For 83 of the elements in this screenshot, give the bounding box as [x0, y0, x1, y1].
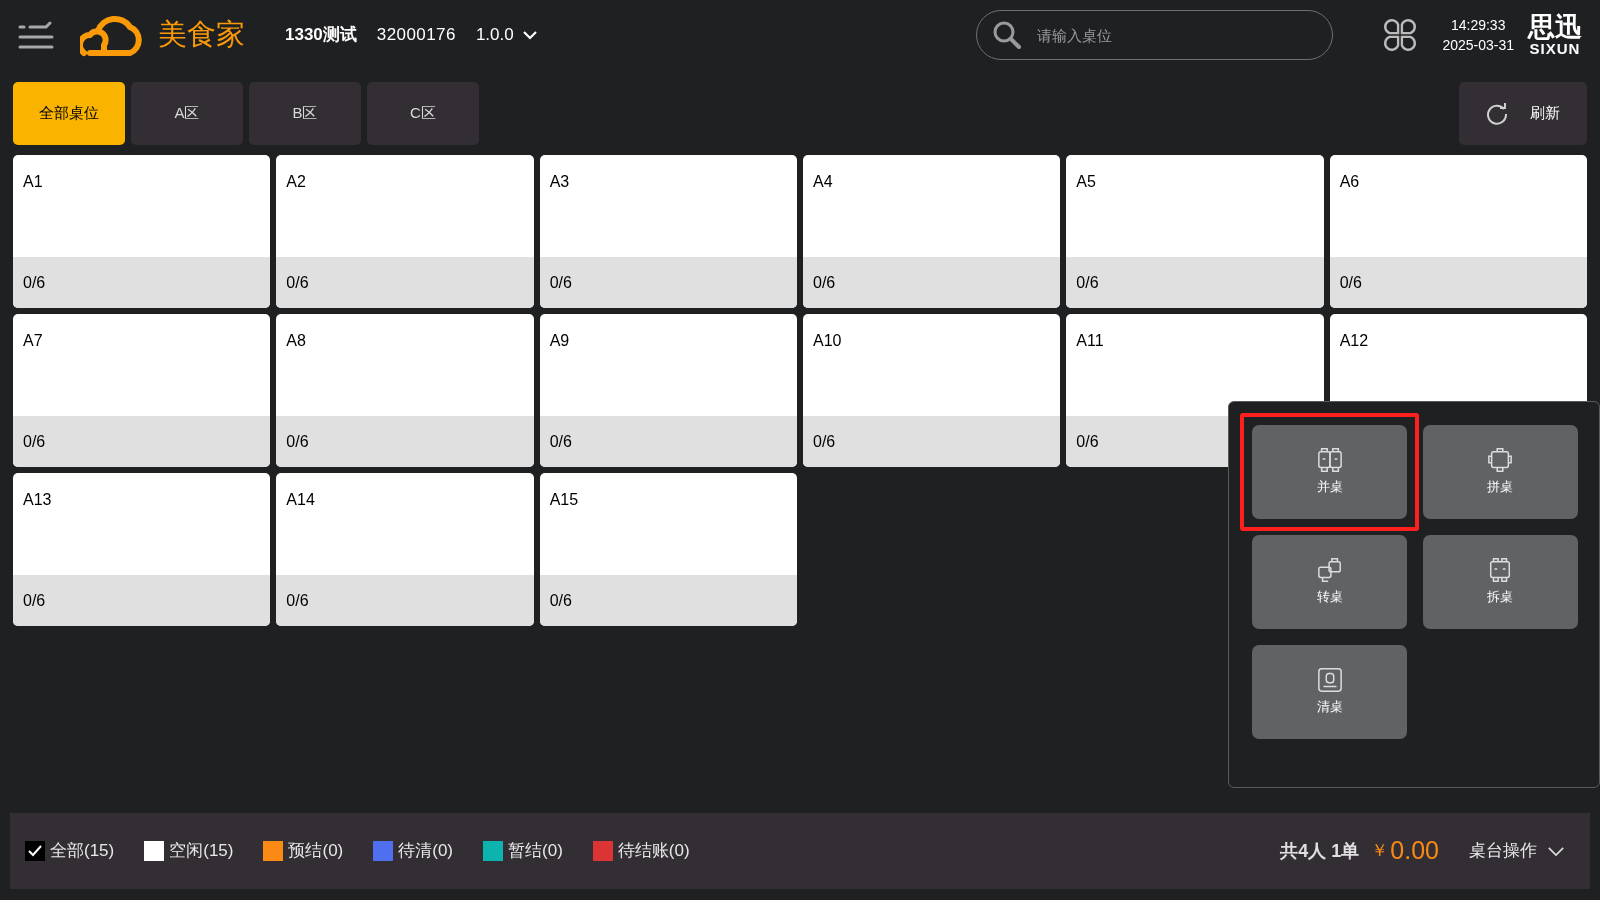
- table-name: A12: [1339, 332, 1369, 349]
- seat-count: 0/6: [23, 272, 46, 293]
- table-card[interactable]: A14 0/6: [276, 473, 534, 626]
- seat-count: 0/6: [286, 272, 309, 293]
- brand-logo-text: 思迅: [1528, 14, 1582, 41]
- table-action-button[interactable]: 拼桌: [1422, 425, 1578, 519]
- checkbox[interactable]: [25, 841, 45, 861]
- table-name: A1: [23, 173, 43, 190]
- seat-count: 0/6: [23, 590, 46, 611]
- table-card[interactable]: A15 0/6: [539, 473, 797, 626]
- clock-date: 2025-03-31: [1442, 36, 1514, 55]
- seat-count: 0/6: [23, 431, 46, 452]
- table-name: A10: [813, 332, 842, 349]
- table-action-button[interactable]: 并桌: [1252, 425, 1407, 519]
- seat-count: 0/6: [549, 272, 572, 293]
- table-name: A3: [549, 173, 570, 190]
- table-card[interactable]: A8 0/6: [276, 314, 534, 467]
- area-tab[interactable]: 全部桌位: [13, 82, 125, 145]
- table-action-button[interactable]: 清桌: [1252, 645, 1407, 739]
- table-card[interactable]: A6 0/6: [1329, 155, 1587, 308]
- legend-label: 空闲(15): [169, 840, 234, 863]
- table-action-button[interactable]: 拆桌: [1422, 535, 1578, 629]
- refresh-button[interactable]: 刷新: [1459, 82, 1587, 145]
- search-icon: [992, 20, 1023, 50]
- side-by-side-tables-icon: [1316, 447, 1343, 474]
- search-field[interactable]: 请输入桌位: [976, 10, 1334, 60]
- table-name: A9: [549, 332, 570, 349]
- table-card[interactable]: A2 0/6: [276, 155, 534, 308]
- seat-count: 0/6: [286, 590, 309, 611]
- brand-logo-subtext: SIXUN: [1529, 41, 1581, 56]
- checkmark-icon: [27, 843, 43, 859]
- area-tab[interactable]: C区: [367, 82, 479, 145]
- table-card[interactable]: A3 0/6: [539, 155, 797, 308]
- table-name: A2: [286, 173, 306, 190]
- table-name: A6: [1339, 173, 1360, 190]
- table-card[interactable]: A7 0/6: [13, 314, 271, 467]
- legend-label: 待结账(0): [617, 840, 690, 863]
- seat-count: 0/6: [813, 272, 836, 293]
- table-name: A5: [1076, 173, 1096, 190]
- area-tab[interactable]: B区: [249, 82, 361, 145]
- total-amount: 0.00: [1390, 835, 1439, 867]
- table-name: A4: [813, 173, 833, 190]
- store-name: 1330测试: [285, 24, 357, 47]
- table-action-button[interactable]: 转桌: [1252, 535, 1407, 629]
- app-name: 美食家: [158, 17, 245, 53]
- framed-figure-icon: [1316, 667, 1343, 694]
- seat-count: 0/6: [1339, 272, 1362, 293]
- table-name: A14: [286, 491, 315, 508]
- refresh-icon: [1486, 102, 1508, 125]
- seat-count: 0/6: [286, 431, 309, 452]
- seat-count: 0/6: [549, 431, 572, 452]
- seat-count: 0/6: [1076, 272, 1099, 293]
- overlapping-tables-icon: [1316, 557, 1343, 584]
- order-summary: 共4人 1单: [1280, 839, 1360, 863]
- table-operations-button[interactable]: 桌台操作: [1459, 820, 1575, 882]
- table-chairs-icon: [1487, 447, 1513, 474]
- legend-label: 预结(0): [288, 840, 344, 863]
- table-name: A7: [23, 332, 43, 349]
- currency-symbol: ￥: [1371, 840, 1389, 863]
- table-card[interactable]: A9 0/6: [539, 314, 797, 467]
- legend-label[interactable]: 全部(15): [50, 838, 115, 864]
- seat-count: 0/6: [549, 590, 572, 611]
- seat-count: 0/6: [1076, 431, 1099, 452]
- table-card[interactable]: A4 0/6: [803, 155, 1061, 308]
- menu-icon[interactable]: [18, 19, 54, 51]
- table-card[interactable]: A10 0/6: [803, 314, 1061, 467]
- area-tab[interactable]: A区: [131, 82, 243, 145]
- version-dropdown[interactable]: 1.0.0: [475, 22, 538, 48]
- table-card[interactable]: A5 0/6: [1066, 155, 1324, 308]
- table-card[interactable]: A1 0/6: [13, 155, 271, 308]
- legend-label: 待清(0): [398, 840, 454, 863]
- legend-label: 暂结(0): [508, 840, 563, 863]
- table-name: A15: [549, 491, 579, 508]
- table-name: A8: [286, 332, 306, 349]
- double-table-icon: [1487, 557, 1513, 584]
- store-code: 32000176: [376, 24, 456, 47]
- table-name: A11: [1076, 332, 1104, 349]
- chevron-down-icon: [1547, 845, 1565, 857]
- clock-time: 14:29:33: [1450, 16, 1506, 35]
- table-card[interactable]: A13 0/6: [13, 473, 271, 626]
- table-name: A13: [23, 491, 52, 508]
- chevron-down-icon: [521, 30, 538, 40]
- seat-count: 0/6: [813, 431, 836, 452]
